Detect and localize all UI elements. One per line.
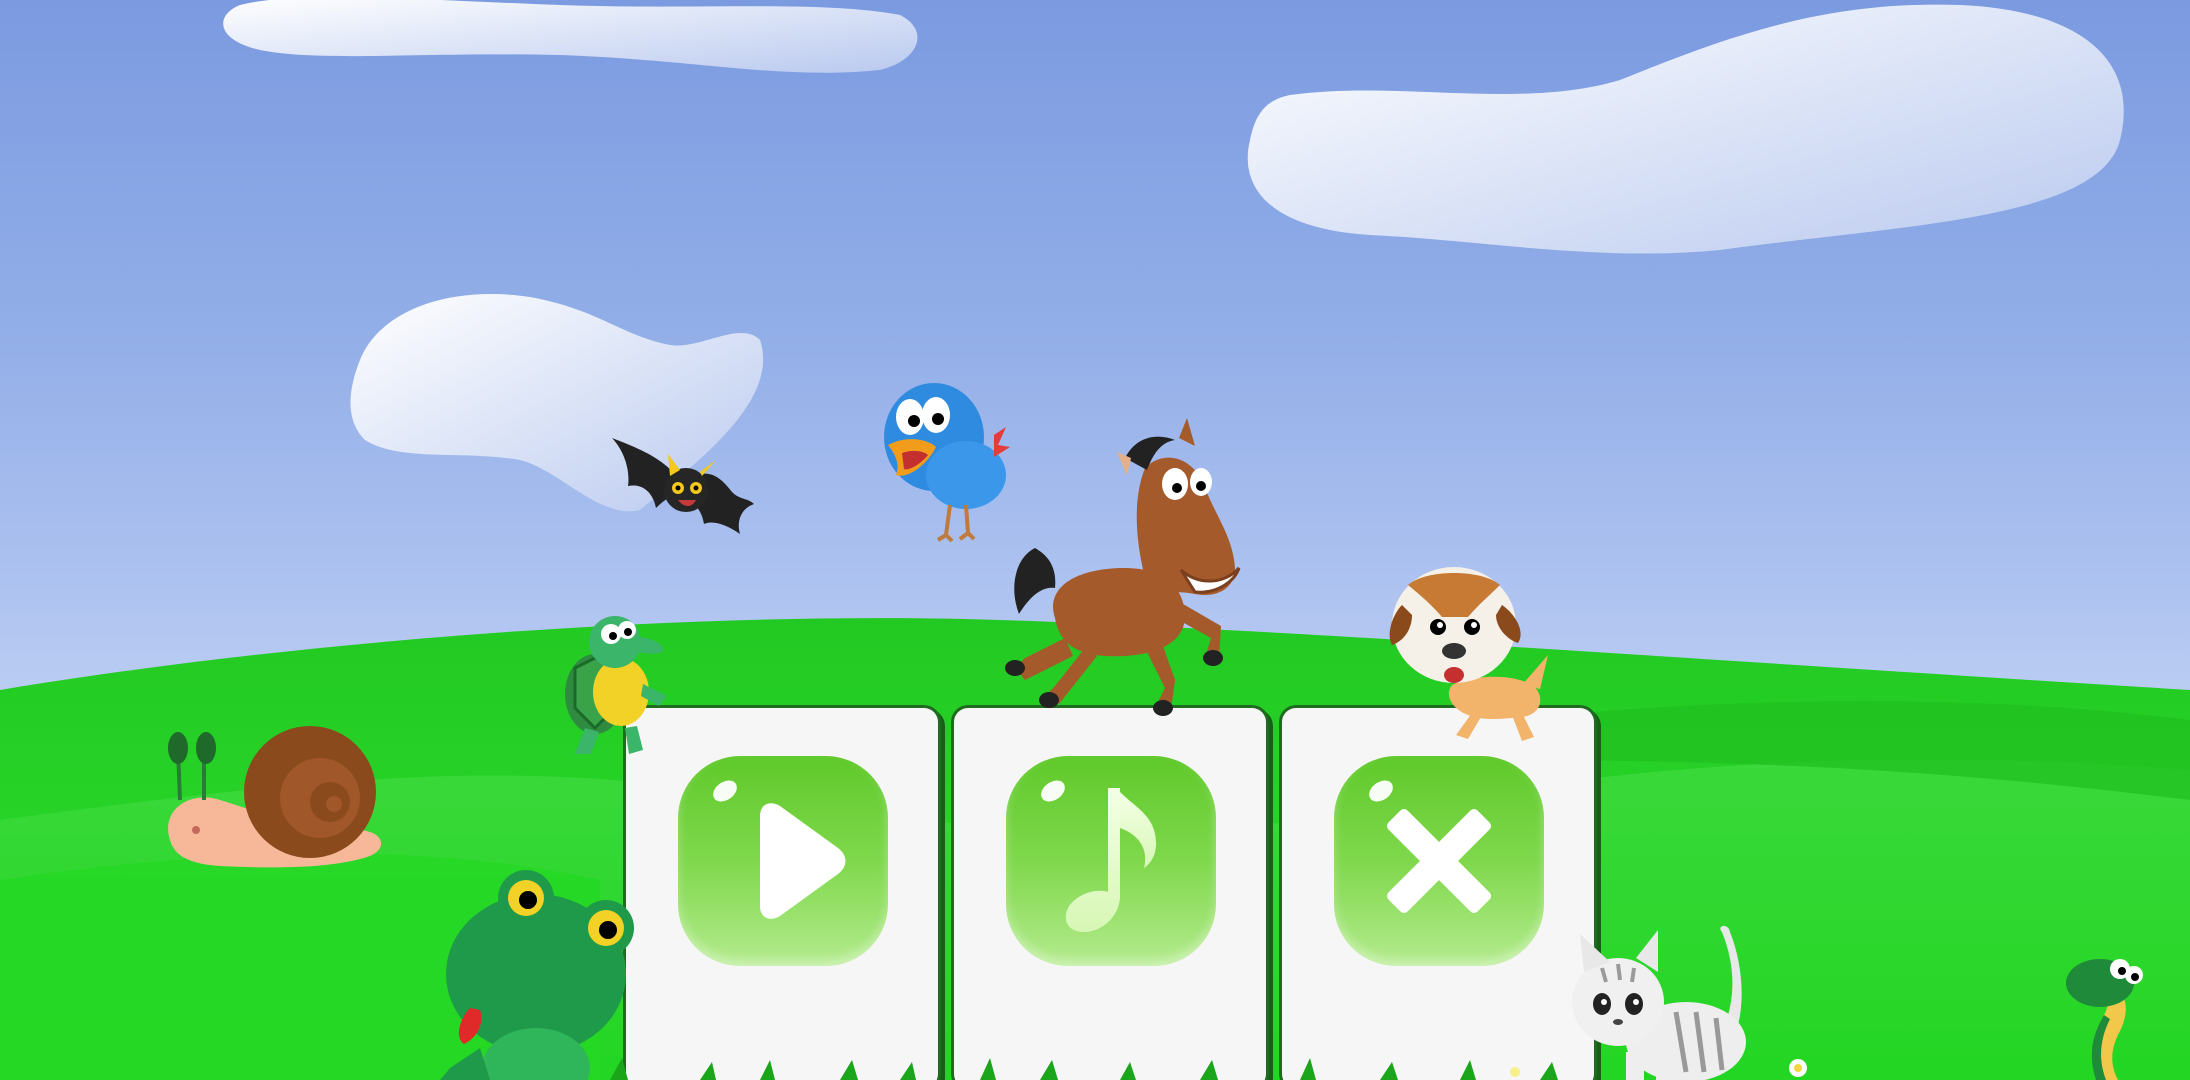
- snail-icon: [168, 726, 382, 868]
- game-scene: [0, 0, 2190, 1080]
- dog-icon: [1389, 567, 1548, 741]
- turtle-icon: [565, 616, 667, 754]
- cat-icon: [1572, 925, 1746, 1080]
- bird-icon: [884, 383, 1010, 543]
- frog-icon: [440, 870, 634, 1080]
- snake-icon: [2066, 959, 2143, 1080]
- horse-icon: [1005, 418, 1241, 716]
- bat-icon: [612, 438, 754, 534]
